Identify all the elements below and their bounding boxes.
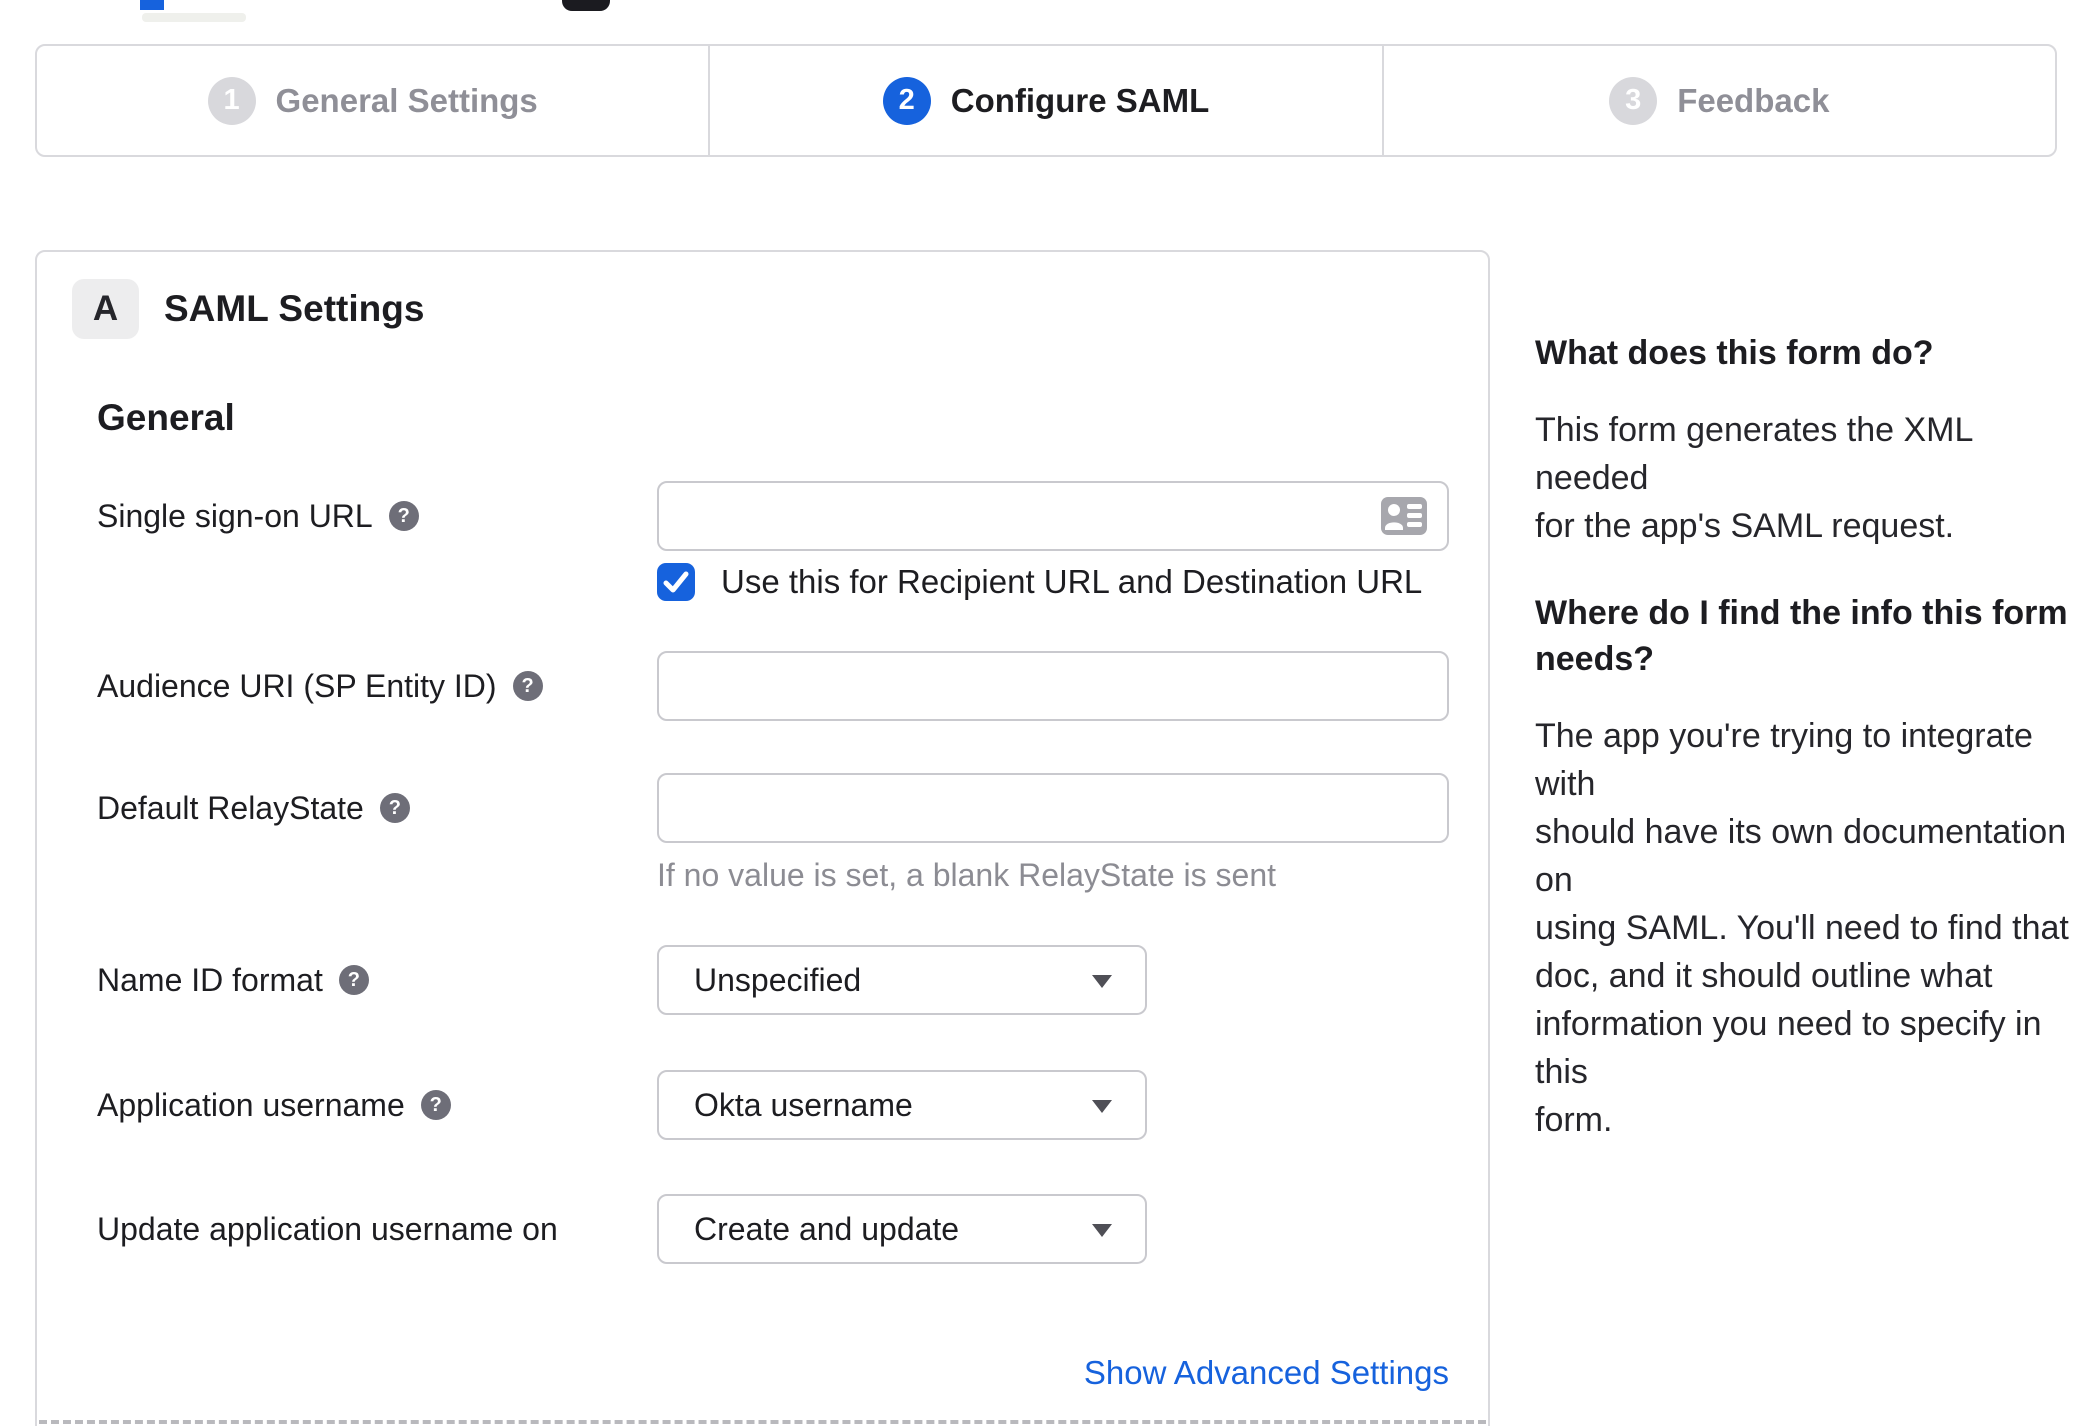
step-number-badge: 3 — [1609, 76, 1658, 125]
audience-uri-input[interactable] — [657, 651, 1449, 721]
default-relaystate-input[interactable] — [657, 773, 1449, 843]
update-application-username-row: Update application username on Create an… — [97, 1194, 1488, 1264]
field-label-group: Name ID format ? — [97, 945, 657, 1015]
step-configure-saml[interactable]: 2 Configure SAML — [708, 46, 1381, 155]
field-control — [657, 651, 1449, 721]
cropped-tab-indicator — [140, 0, 164, 10]
step-label: Feedback — [1677, 81, 1830, 119]
show-advanced-settings-link[interactable]: Show Advanced Settings — [1084, 1354, 1449, 1391]
single-sign-on-url-input[interactable] — [657, 481, 1449, 551]
field-label-group: Update application username on — [97, 1194, 657, 1264]
chevron-down-icon — [1092, 1224, 1112, 1238]
application-username-row: Application username ? Okta username — [97, 1070, 1488, 1140]
help-question-2: Where do I find the info this form needs… — [1535, 594, 2068, 678]
chevron-down-icon — [1092, 1100, 1112, 1114]
help-icon[interactable]: ? — [338, 965, 369, 995]
panel-title: SAML Settings — [164, 288, 425, 329]
field-label-group: Single sign-on URL ? — [97, 481, 657, 551]
step-label: Configure SAML — [950, 81, 1210, 119]
field-label-group: Application username ? — [97, 1070, 657, 1140]
step-number-badge: 2 — [882, 76, 931, 125]
help-answer-2: The app you're trying to integrate with … — [1535, 717, 2069, 1139]
panel-header: A SAML Settings — [72, 279, 1488, 339]
step-number-badge: 1 — [207, 76, 256, 125]
application-username-select[interactable]: Okta username — [657, 1070, 1147, 1140]
field-label-group: Default RelayState ? — [97, 773, 657, 843]
help-icon[interactable]: ? — [379, 793, 410, 823]
application-username-label: Application username — [97, 1086, 405, 1123]
update-application-username-label: Update application username on — [97, 1210, 558, 1247]
help-question-1: What does this form do? — [1535, 334, 1934, 372]
saml-settings-panel: A SAML Settings General Single sign-on U… — [35, 250, 1490, 1426]
single-sign-on-url-row: Single sign-on URL ? — [97, 481, 1488, 551]
update-application-username-select[interactable]: Create and update — [657, 1194, 1147, 1264]
relaystate-hint: If no value is set, a blank RelayState i… — [657, 857, 1276, 893]
step-label: General Settings — [275, 81, 538, 119]
name-id-format-label: Name ID format — [97, 961, 323, 998]
name-id-format-row: Name ID format ? Unspecified — [97, 945, 1488, 1015]
field-control: Unspecified — [657, 945, 1449, 1015]
field-control: If no value is set, a blank RelayState i… — [657, 773, 1449, 894]
audience-uri-row: Audience URI (SP Entity ID) ? — [97, 651, 1488, 721]
help-sidebar: What does this form do? This form genera… — [1535, 330, 2080, 1144]
step-feedback[interactable]: 3 Feedback — [1381, 46, 2055, 155]
update-application-username-value: Create and update — [694, 1210, 960, 1247]
single-sign-on-url-label: Single sign-on URL — [97, 497, 373, 534]
audience-uri-label: Audience URI (SP Entity ID) — [97, 667, 497, 704]
help-icon[interactable]: ? — [420, 1090, 451, 1120]
field-control: Create and update — [657, 1194, 1449, 1264]
recipient-url-checkbox-label[interactable]: Use this for Recipient URL and Destinati… — [721, 563, 1422, 601]
help-answer-1: This form generates the XML needed for t… — [1535, 411, 1973, 545]
cropped-app-logo — [562, 0, 610, 11]
section-dashed-divider — [39, 1420, 1486, 1424]
contact-card-autofill-icon[interactable] — [1381, 497, 1427, 535]
input-wrapper — [657, 481, 1449, 551]
application-username-value: Okta username — [694, 1086, 913, 1123]
help-icon[interactable]: ? — [512, 671, 543, 701]
configure-saml-page: 1 General Settings 2 Configure SAML 3 Fe… — [0, 0, 2092, 1426]
field-label-group: Audience URI (SP Entity ID) ? — [97, 651, 657, 721]
use-for-recipient-url-checkbox[interactable] — [657, 563, 695, 601]
name-id-format-select[interactable]: Unspecified — [657, 945, 1147, 1015]
field-control — [657, 481, 1449, 551]
name-id-format-value: Unspecified — [694, 961, 862, 998]
recipient-url-checkbox-row: Use this for Recipient URL and Destinati… — [657, 563, 1488, 601]
chevron-down-icon — [1092, 975, 1112, 989]
general-section-heading: General — [97, 397, 235, 438]
cropped-text-fragment — [142, 13, 246, 22]
section-a-badge: A — [72, 279, 139, 339]
default-relaystate-row: Default RelayState ? If no value is set,… — [97, 773, 1488, 894]
help-icon[interactable]: ? — [388, 501, 419, 531]
default-relaystate-label: Default RelayState — [97, 789, 364, 826]
advanced-settings-row: Show Advanced Settings — [97, 1354, 1449, 1392]
field-control: Okta username — [657, 1070, 1449, 1140]
wizard-stepper: 1 General Settings 2 Configure SAML 3 Fe… — [35, 44, 2057, 157]
step-general-settings[interactable]: 1 General Settings — [37, 46, 708, 155]
